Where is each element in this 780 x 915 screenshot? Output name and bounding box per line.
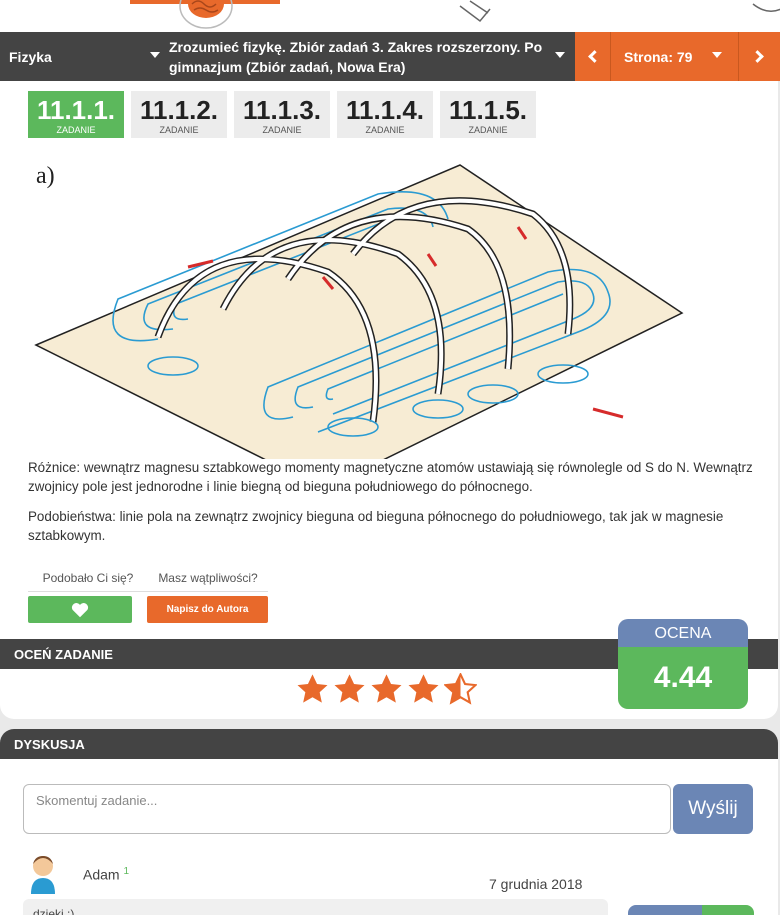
next-page-button[interactable] [739, 32, 780, 81]
previous-page-button[interactable] [575, 32, 611, 81]
book-label: Zrozumieć fizykę. Zbiór zadań 3. Zakres … [169, 38, 543, 75]
discussion-section: DYSKUSJA Skomentuj zadanie... Wyślij Ada… [0, 729, 778, 915]
tab-label: ZADANIE [56, 125, 96, 135]
brain-icon [179, 0, 233, 29]
header-decoration [0, 0, 780, 32]
reply-button[interactable] [628, 905, 703, 915]
star-icon[interactable] [407, 673, 440, 706]
star-icon[interactable] [370, 673, 403, 706]
book-dropdown[interactable]: Zrozumieć fizykę. Zbiór zadań 3. Zakres … [166, 32, 575, 81]
tab-number: 11.1.5. [448, 95, 528, 125]
comment-author-name: Adam [83, 866, 120, 883]
tab-number: 11.1.4. [345, 95, 425, 125]
comment-author: Adam 1 [83, 866, 129, 883]
feedback-labels: Podobało Ci się? Masz wątpliwości? [28, 571, 268, 592]
discussion-bar: DYSKUSJA [0, 729, 778, 759]
figure-label: a) [36, 163, 55, 189]
solution-similarities: Podobieństwa: linie pola na zewnątrz zwo… [28, 509, 724, 543]
tab-label: ZADANIE [159, 125, 199, 135]
tab-label: ZADANIE [468, 125, 508, 135]
page-dropdown[interactable]: Strona: 79 [611, 32, 739, 81]
tab-exercise-4[interactable]: 11.1.4. ZADANIE [337, 91, 433, 138]
chevron-left-icon [588, 50, 601, 63]
comment-input[interactable]: Skomentuj zadanie... [23, 784, 671, 834]
solution-differences: Różnice: wewnątrz magnesu sztabkowego mo… [28, 460, 753, 494]
subject-dropdown[interactable]: Fizyka [0, 32, 166, 81]
tab-label: ZADANIE [262, 125, 302, 135]
comment-actions [628, 905, 754, 915]
comment-date: 7 grudnia 2018 [489, 876, 583, 892]
score-value: 4.44 [618, 647, 748, 709]
half-star-icon[interactable] [444, 673, 477, 706]
tab-exercise-1[interactable]: 11.1.1. ZADANIE [28, 91, 124, 138]
send-button[interactable]: Wyślij [673, 784, 753, 834]
decorative-doodle-icon [459, 0, 491, 23]
exercise-tabs: 11.1.1. ZADANIE 11.1.2. ZADANIE 11.1.3. … [28, 91, 536, 138]
exercise-card: 11.1.1. ZADANIE 11.1.2. ZADANIE 11.1.3. … [0, 81, 778, 719]
subject-label: Fizyka [9, 48, 52, 65]
tab-exercise-5[interactable]: 11.1.5. ZADANIE [440, 91, 536, 138]
liked-label: Podobało Ci się? [42, 571, 134, 585]
tab-number: 11.1.3. [242, 95, 322, 125]
user-badge: 1 [123, 866, 130, 877]
upvote-button[interactable] [702, 905, 754, 915]
navigation-bar: Fizyka Zrozumieć fizykę. Zbiór zadań 3. … [0, 32, 780, 81]
doubt-label: Masz wątpliwości? [158, 571, 258, 585]
tab-label: ZADANIE [365, 125, 405, 135]
chevron-down-icon [555, 52, 565, 58]
star-icon[interactable] [296, 673, 329, 706]
chevron-down-icon [712, 52, 722, 58]
write-to-author-button[interactable]: Napisz do Autora [147, 596, 268, 623]
avatar [31, 856, 55, 894]
decorative-doodle-icon [752, 3, 780, 12]
tab-exercise-2[interactable]: 11.1.2. ZADANIE [131, 91, 227, 138]
score-label: OCENA [618, 619, 748, 647]
solenoid-field-figure: a) [34, 163, 684, 459]
chevron-down-icon [150, 52, 160, 58]
comment-text: dzieki :) [23, 899, 608, 915]
tab-number: 11.1.2. [139, 95, 219, 125]
tab-number: 11.1.1. [36, 95, 116, 125]
like-button[interactable] [28, 596, 132, 623]
star-icon[interactable] [333, 673, 366, 706]
page: Fizyka Zrozumieć fizykę. Zbiór zadań 3. … [0, 0, 780, 915]
tab-exercise-3[interactable]: 11.1.3. ZADANIE [234, 91, 330, 138]
page-label: Strona: 79 [624, 48, 693, 65]
score-box: OCENA 4.44 [618, 619, 748, 709]
heart-icon [71, 602, 89, 617]
chevron-right-icon [751, 50, 764, 63]
rating-stars[interactable] [296, 673, 477, 706]
